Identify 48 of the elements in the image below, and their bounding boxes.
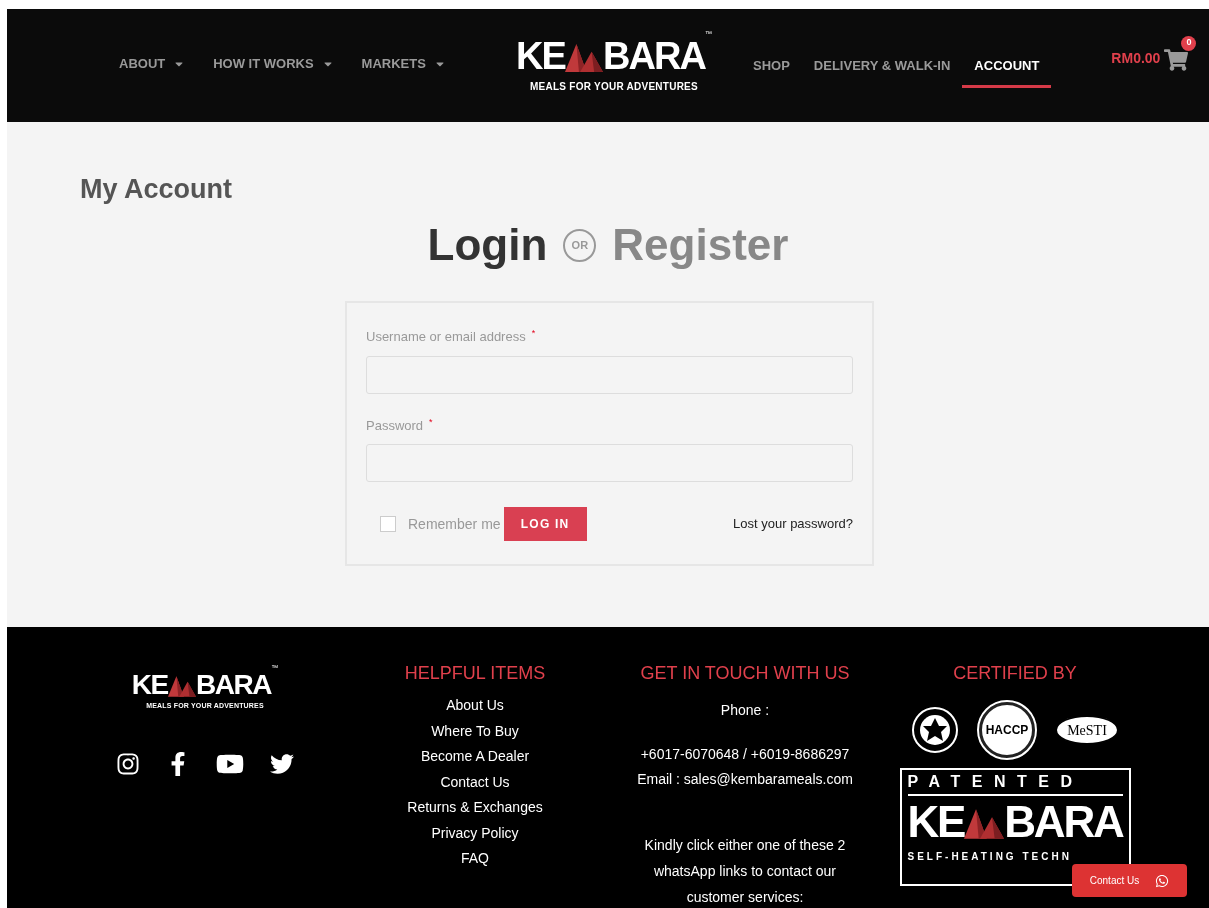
nav-link[interactable]: ABOUT [107, 45, 198, 86]
email-text: Email : sales@kembarameals.com [637, 770, 853, 789]
logo-text: BARA [195, 671, 272, 699]
contact-us-button[interactable]: Contact Us [1072, 864, 1187, 897]
logo-tagline: MEALS FOR YOUR ADVENTURES [530, 80, 698, 94]
twitter-icon[interactable] [270, 751, 294, 776]
remember-label: Remember me [408, 514, 501, 534]
login-button[interactable]: LOG IN [503, 507, 587, 541]
phone-label: Phone : [720, 701, 770, 720]
nav-link[interactable]: DELIVERY & WALK-IN [801, 47, 963, 88]
footer-link[interactable]: Returns & Exchanges [407, 797, 543, 818]
instagram-icon[interactable] [116, 751, 140, 776]
or-badge: OR [563, 228, 597, 262]
footer-link[interactable]: Where To Buy [431, 720, 519, 741]
nav-link[interactable]: HOW IT WORKS [201, 45, 346, 86]
remember-checkbox[interactable] [380, 516, 396, 532]
required-mark: * [531, 327, 536, 340]
certification-badge: HACCP [979, 702, 1035, 758]
cart-icon[interactable] [1164, 47, 1189, 72]
logo-text: BARA [602, 37, 706, 75]
footer-link[interactable]: Contact Us [440, 771, 510, 792]
cart-count: 0 [1181, 35, 1197, 51]
footer-heading: CERTIFIED BY [953, 664, 1077, 682]
footer-heading: GET IN TOUCH WITH US [640, 664, 850, 682]
login-heading[interactable]: Login [427, 223, 548, 267]
certification-badge: MeSTI [1055, 715, 1119, 745]
logo-text: KE [131, 671, 168, 699]
footer-link[interactable]: FAQ [461, 848, 489, 869]
nav-link[interactable]: MARKETS [349, 45, 458, 86]
nav-link[interactable]: ACCOUNT [962, 47, 1052, 88]
whatsapp-icon [1155, 873, 1170, 888]
phone-numbers: +6017-6070648 / +6019-8686297 [640, 745, 850, 764]
mountain-icon [564, 41, 603, 75]
cart-total[interactable]: RM0.00 [1111, 47, 1161, 69]
footer-link[interactable]: Privacy Policy [431, 822, 519, 843]
seal-icon [911, 706, 959, 754]
required-mark: * [429, 415, 433, 429]
footer-link[interactable]: Become A Dealer [420, 746, 530, 767]
nav-link[interactable]: SHOP [741, 47, 802, 88]
field-label: Username or email address [366, 328, 526, 346]
footer-link[interactable]: About Us [446, 695, 504, 716]
field-label: Password [366, 416, 424, 435]
footer-heading: HELPFUL ITEMS [404, 664, 546, 682]
logo-text: KE [515, 37, 565, 75]
whatsapp-note: Kindly click either one of these 2 whatsApp links to contact our customer services: [643, 836, 847, 907]
lost-password-link[interactable]: Lost your password? [733, 514, 853, 534]
mountain-icon [167, 674, 196, 699]
page-title: My Account [80, 176, 233, 203]
